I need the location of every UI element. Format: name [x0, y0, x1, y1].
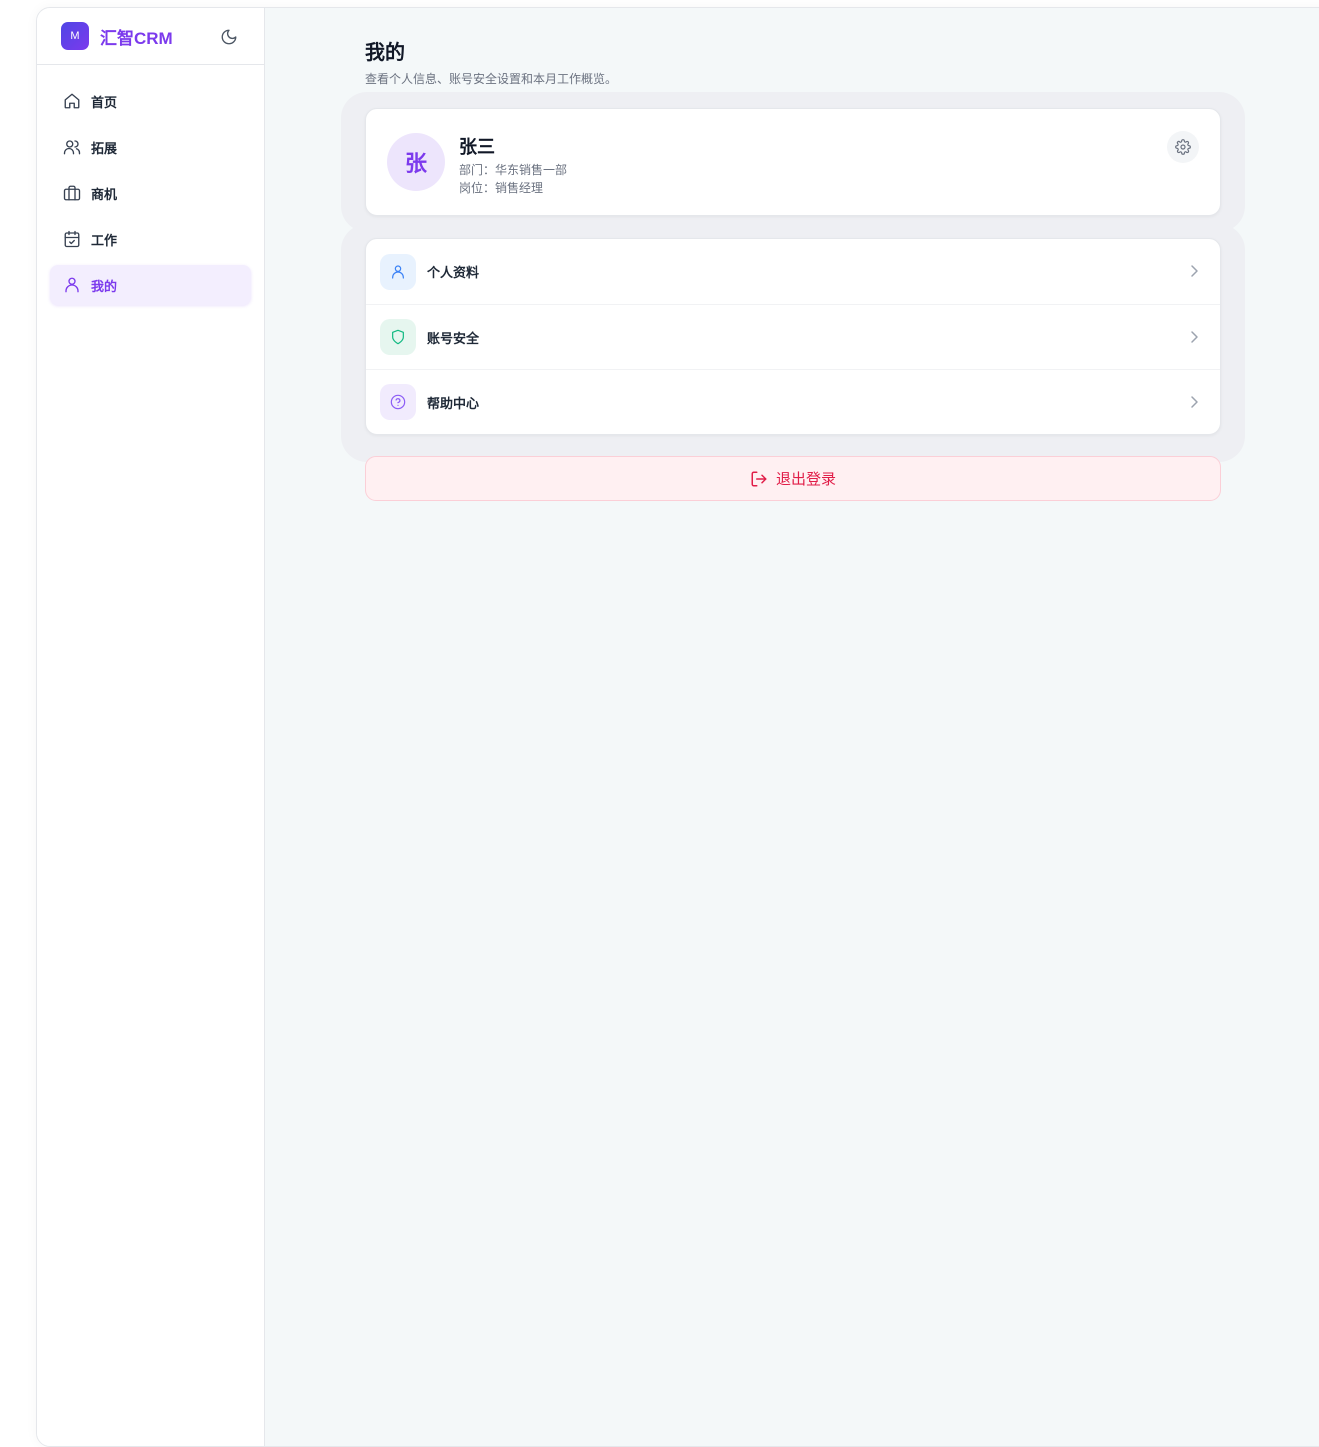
menu-item-help[interactable]: 帮助中心 — [366, 369, 1220, 434]
settings-button[interactable] — [1167, 131, 1199, 163]
menu-icon-wrap — [380, 319, 416, 355]
avatar: 张 — [387, 133, 445, 191]
chevron-right-icon — [1191, 331, 1198, 343]
sidebar-item-label: 工作 — [91, 232, 118, 248]
menu-item-label: 账号安全 — [427, 330, 480, 346]
sidebar-item-label: 商机 — [91, 186, 118, 202]
profile-card: 张 张三 部门：华东销售一部 岗位：销售经理 — [365, 108, 1221, 216]
sidebar-nav: 首页 拓展 商机 工作 我的 — [37, 65, 264, 305]
brand-logo-glyph: M — [70, 30, 80, 42]
home-icon — [64, 93, 80, 109]
briefcase-icon — [63, 185, 81, 201]
sidebar-item-label: 我的 — [91, 278, 118, 294]
sidebar: M 汇智CRM 首页 拓展 商机 工作 我的 — [37, 8, 265, 1446]
logout-label: 退出登录 — [775, 471, 836, 488]
menu-item-security[interactable]: 账号安全 — [366, 304, 1220, 369]
user-name: 张三 — [459, 137, 495, 157]
menu-icon-wrap — [380, 384, 416, 420]
menu-icon-wrap — [380, 253, 416, 290]
user-department: 部门：华东销售一部 — [459, 163, 568, 177]
chevron-right-icon — [1191, 396, 1198, 408]
logout-button[interactable]: 退出登录 — [365, 456, 1221, 501]
chevron-right-icon — [1191, 265, 1198, 277]
shield-icon — [392, 329, 404, 345]
menu-item-label: 帮助中心 — [427, 395, 480, 411]
sidebar-item-label: 拓展 — [91, 140, 118, 156]
user-icon — [392, 264, 404, 279]
menu-item-profile[interactable]: 个人资料 — [366, 239, 1220, 304]
moon-icon[interactable] — [220, 28, 238, 46]
user-icon — [65, 277, 79, 293]
sidebar-item-home[interactable]: 首页 — [50, 81, 251, 121]
page-title: 我的 — [365, 42, 405, 64]
sidebar-item-opportunity[interactable]: 商机 — [50, 173, 251, 213]
settings-menu-card: 个人资料 账号安全 帮助中心 — [365, 238, 1221, 435]
calendar-check-icon — [64, 230, 80, 248]
sidebar-item-expand[interactable]: 拓展 — [50, 127, 251, 167]
page-subtitle: 查看个人信息、账号安全设置和本月工作概览。 — [365, 72, 618, 86]
sidebar-item-mine[interactable]: 我的 — [50, 265, 251, 305]
user-position: 岗位：销售经理 — [459, 181, 544, 195]
users-icon — [63, 140, 81, 155]
logout-icon — [751, 471, 767, 486]
sidebar-item-label: 首页 — [91, 94, 118, 110]
menu-item-label: 个人资料 — [427, 265, 480, 280]
sidebar-item-work[interactable]: 工作 — [50, 219, 251, 259]
help-circle-icon — [390, 394, 406, 410]
gear-icon — [1175, 139, 1191, 155]
brand-name: 汇智CRM — [100, 28, 173, 48]
brand-logo: M — [61, 22, 89, 50]
app-window: M 汇智CRM 首页 拓展 商机 工作 我的 我的 查看个人信息、账号安全设置和… — [36, 7, 1319, 1447]
brand-header: M 汇智CRM — [37, 8, 264, 65]
